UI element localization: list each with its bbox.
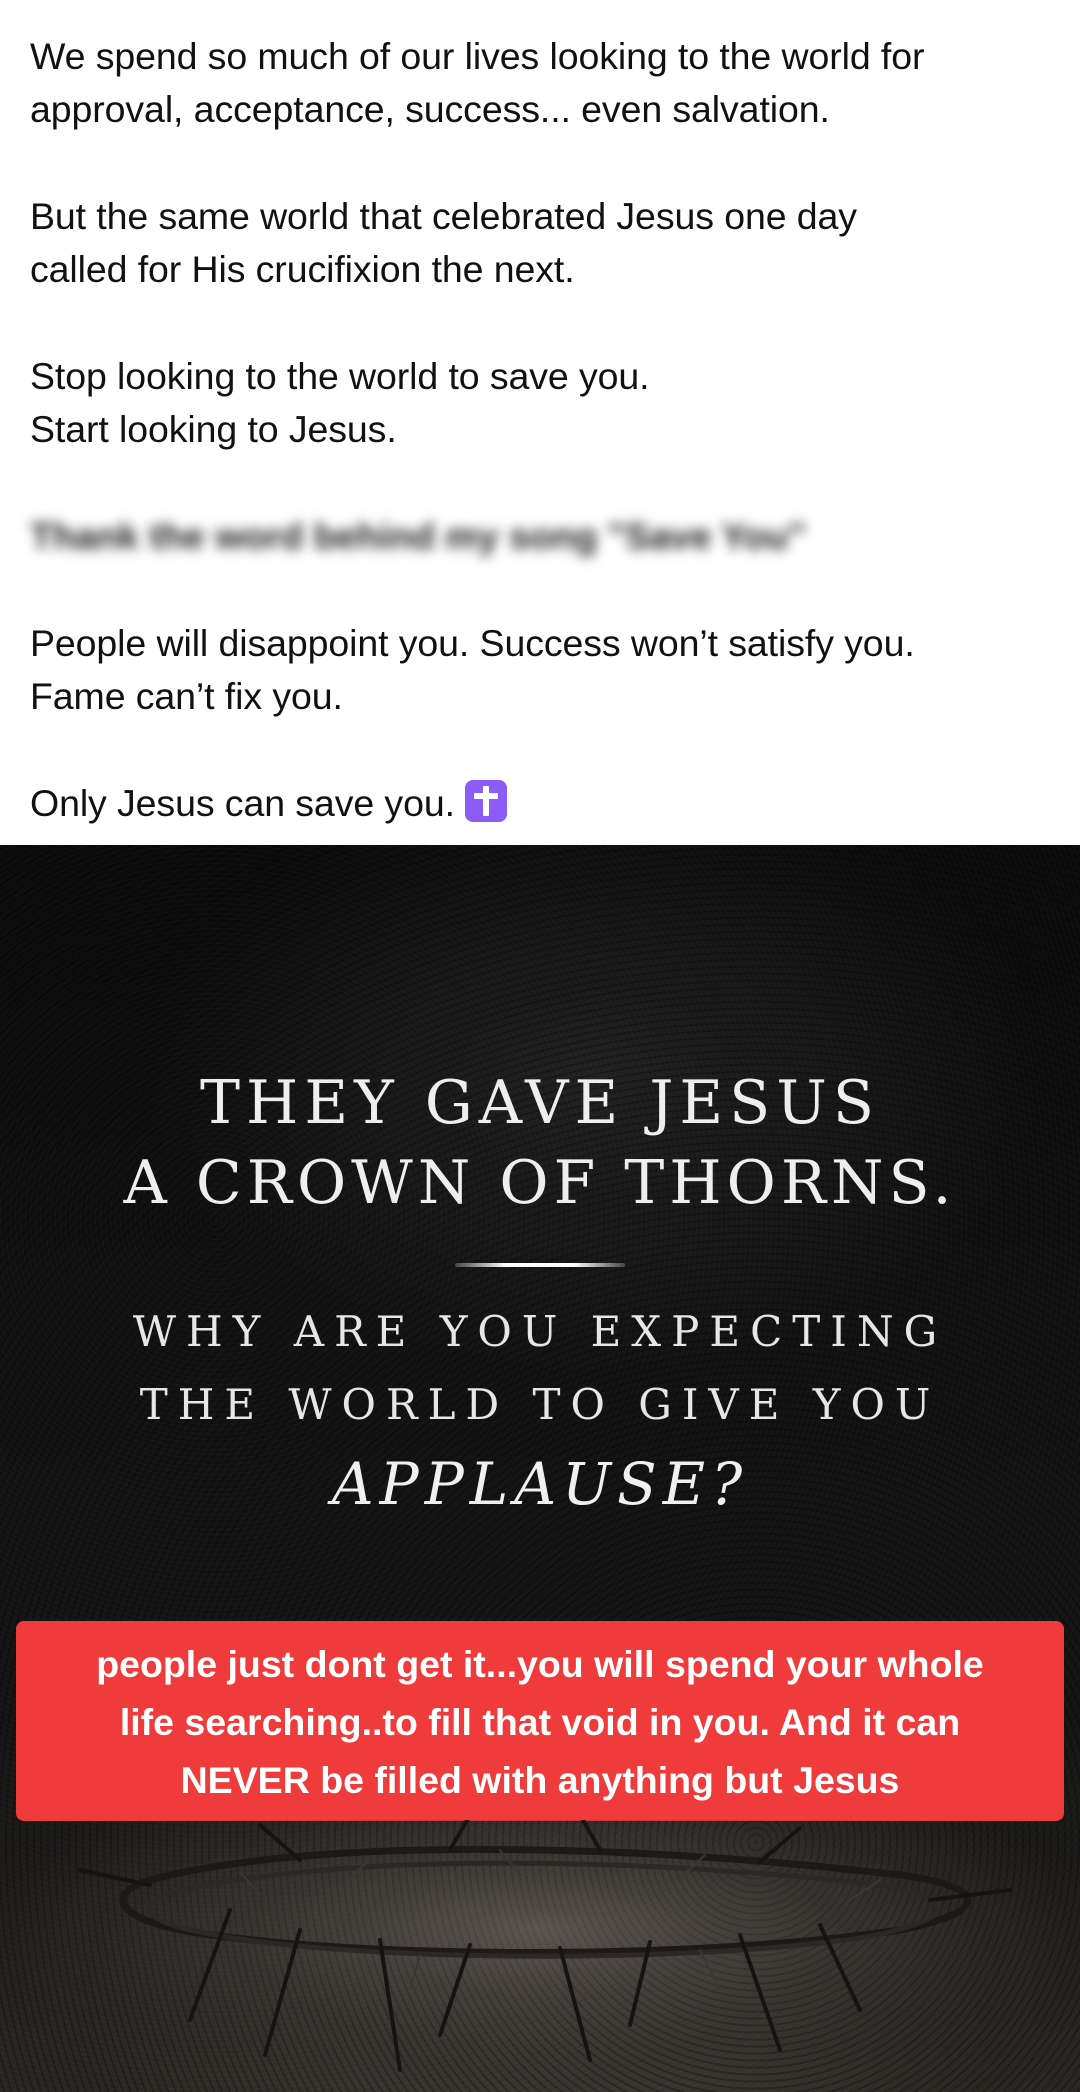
caption-line: approval, acceptance, success... even sa… xyxy=(30,88,830,130)
caption-line: Fame can’t fix you. xyxy=(30,675,343,717)
caption-line: People will disappoint you. Success won’… xyxy=(30,622,915,664)
caption-line: But the same world that celebrated Jesus… xyxy=(30,195,857,237)
headline-line-1: THEY GAVE JESUS xyxy=(200,1068,880,1138)
divider xyxy=(455,1263,625,1267)
cross-icon xyxy=(464,780,507,822)
caption-line: We spend so much of our lives looking to… xyxy=(30,35,925,77)
caption-line-text: Only Jesus can save you. xyxy=(30,782,455,824)
caption-line: called for His crucifixion the next. xyxy=(30,248,575,290)
overlay-line: people just dont get it...you will spend… xyxy=(96,1643,984,1685)
post-caption: We spend so much of our lives looking to… xyxy=(0,0,1080,845)
emphasis-word: APPLAUSE? xyxy=(331,1450,749,1518)
text-overlay-sticker: people just dont get it...you will spend… xyxy=(16,1621,1064,1821)
post-view: We spend so much of our lives looking to… xyxy=(0,0,1080,2092)
overlay-line: life searching..to fill that void in you… xyxy=(119,1701,961,1743)
subheadline-line-2: THE WORLD TO GIVE YOU xyxy=(139,1380,941,1429)
crown-of-thorns-illustration xyxy=(0,1820,1080,2092)
post-image[interactable]: THEY GAVE JESUS A CROWN OF THORNS. WHY A… xyxy=(0,845,1080,2092)
overlay-line: NEVER be filled with anything but Jesus xyxy=(180,1759,900,1801)
headline-line-2: A CROWN OF THORNS. xyxy=(123,1148,957,1218)
blurred-caption-line: Thank the word behind my song "Save You" xyxy=(30,516,806,557)
caption-line: Stop looking to the world to save you. xyxy=(30,355,650,397)
caption-line-final: Only Jesus can save you. xyxy=(30,777,507,830)
subheadline-line-1: WHY ARE YOU EXPECTING xyxy=(132,1307,948,1356)
caption-line: Start looking to Jesus. xyxy=(30,408,397,450)
